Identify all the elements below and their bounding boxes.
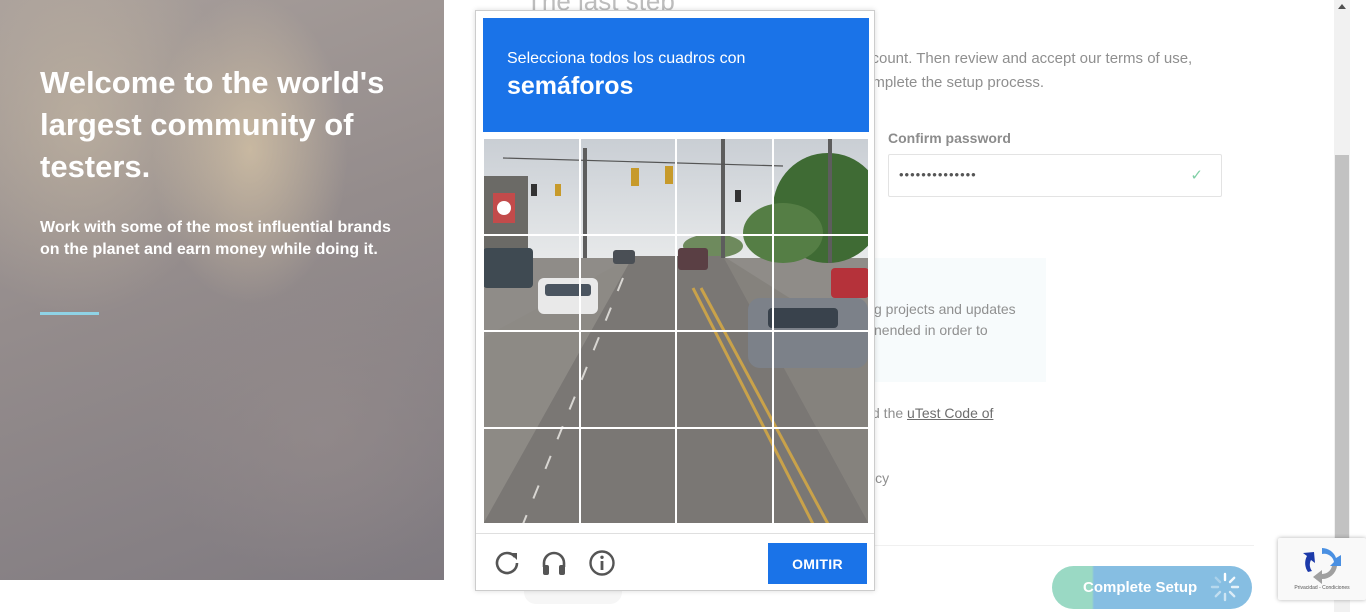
captcha-challenge-dialog: Selecciona todos los cuadros con semáfor… xyxy=(475,10,875,591)
hero-panel: Welcome to the world's largest community… xyxy=(0,0,444,580)
confirm-password-value: •••••••••••••• xyxy=(899,167,977,182)
captcha-tile[interactable] xyxy=(579,331,676,428)
captcha-tile[interactable] xyxy=(676,331,773,428)
recaptcha-logo-icon xyxy=(1303,548,1341,584)
hero-subtitle: Work with some of the most influential b… xyxy=(40,219,391,258)
captcha-tile[interactable] xyxy=(676,427,773,524)
captcha-footer: OMITIR xyxy=(476,533,874,591)
confirm-password-label: Confirm password xyxy=(888,130,1011,146)
code-of-conduct-link[interactable]: uTest Code of xyxy=(907,405,993,421)
complete-setup-button[interactable]: Complete Setup xyxy=(1052,566,1252,609)
recaptcha-badge[interactable]: Privacidad - Condiciones xyxy=(1278,538,1366,600)
complete-setup-label: Complete Setup xyxy=(1083,579,1198,596)
loading-spinner-icon xyxy=(1210,572,1240,602)
recaptcha-terms-text[interactable]: Privacidad - Condiciones xyxy=(1278,585,1366,591)
captcha-tile[interactable] xyxy=(772,427,869,524)
captcha-tile[interactable] xyxy=(772,138,869,235)
confirm-password-field[interactable]: •••••••••••••• ✓ xyxy=(888,154,1222,197)
captcha-tile[interactable] xyxy=(579,234,676,331)
captcha-instruction: Selecciona todos los cuadros con xyxy=(507,50,746,67)
form-intro-text: ccount. Then review and accept our terms… xyxy=(864,50,1193,91)
captcha-tile[interactable] xyxy=(483,331,580,428)
captcha-tiles xyxy=(483,138,869,524)
info-icon[interactable] xyxy=(588,549,616,577)
page-scrollbar[interactable] xyxy=(1334,0,1350,612)
captcha-tile[interactable] xyxy=(579,427,676,524)
skip-button[interactable]: OMITIR xyxy=(768,543,867,584)
reload-icon[interactable] xyxy=(493,549,521,577)
captcha-tile[interactable] xyxy=(483,427,580,524)
captcha-tile[interactable] xyxy=(483,138,580,235)
scroll-up-arrow-icon[interactable] xyxy=(1338,4,1346,9)
code-of-conduct-prefix: d the xyxy=(872,405,908,421)
captcha-tile[interactable] xyxy=(676,138,773,235)
scrollbar-thumb[interactable] xyxy=(1335,155,1349,540)
hero-accent-line xyxy=(40,312,99,315)
captcha-tile[interactable] xyxy=(676,234,773,331)
captcha-header: Selecciona todos los cuadros con semáfor… xyxy=(483,18,869,132)
check-icon: ✓ xyxy=(1190,167,1203,184)
captcha-tile[interactable] xyxy=(772,331,869,428)
code-of-conduct-text: d the uTest Code of xyxy=(872,405,993,421)
captcha-image-grid xyxy=(483,138,869,524)
captcha-target-keyword: semáforos xyxy=(507,72,634,100)
captcha-tile[interactable] xyxy=(483,234,580,331)
notification-note-text: g projects and updates nended in order t… xyxy=(874,301,1016,338)
audio-headphones-icon[interactable] xyxy=(540,549,568,577)
captcha-tile[interactable] xyxy=(579,138,676,235)
captcha-tile[interactable] xyxy=(772,234,869,331)
hero-title: Welcome to the world's largest community… xyxy=(40,65,385,184)
